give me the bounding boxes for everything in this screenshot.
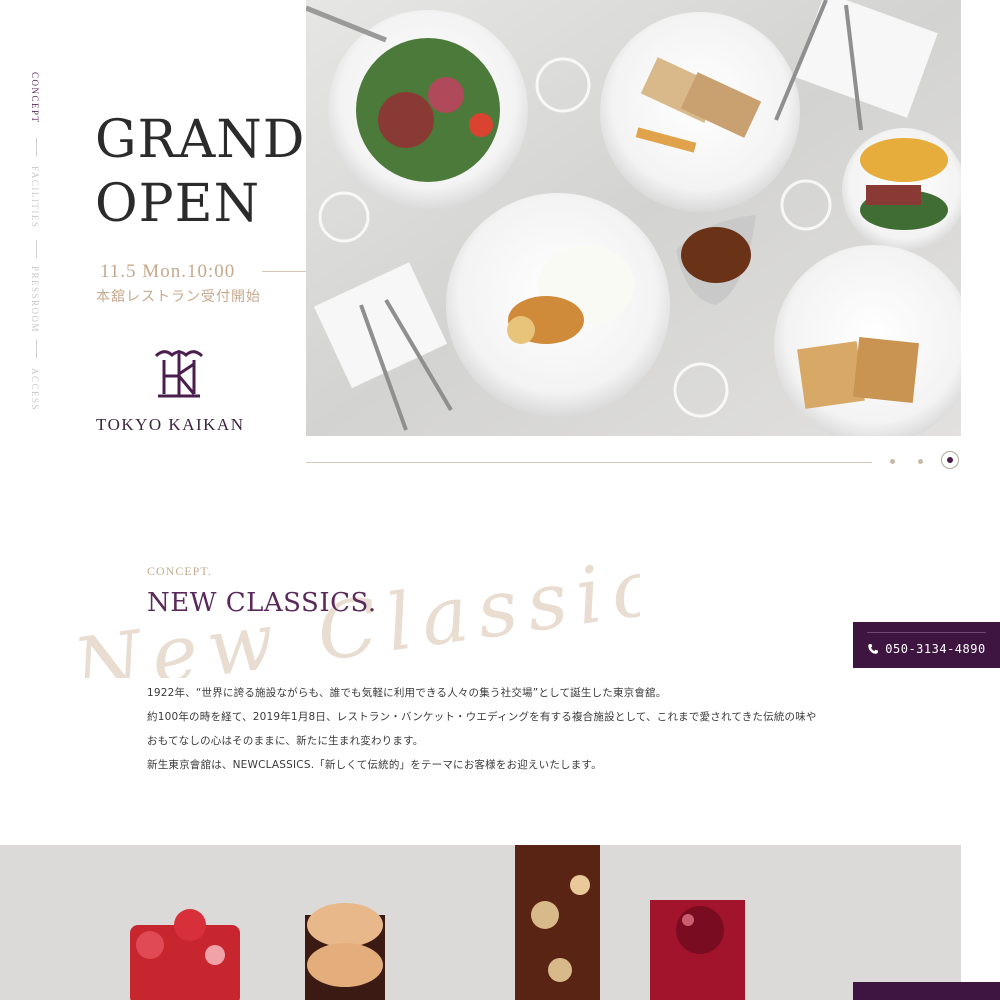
slider-progress-line [306, 462, 872, 463]
side-nav: CONCEPT FACILITIES PRESSROOM ACCESS [22, 72, 52, 422]
tokyo-kaikan-logo-icon[interactable] [150, 346, 208, 402]
nav-separator [36, 240, 37, 258]
dessert-illustration [0, 845, 961, 1000]
concept-body: 1922年、“世界に誇る施設ながらも、誰でも気軽に利用できる人々の集う社交場”と… [147, 681, 847, 777]
phone-button[interactable]: 050-3134-4890 [853, 622, 1000, 668]
hero-date: 11.5 Mon.10:00 [100, 261, 236, 282]
nav-separator [36, 340, 37, 358]
bottom-fixed-tab[interactable] [853, 982, 1000, 1000]
nav-separator [36, 138, 37, 156]
dessert-photo [0, 845, 961, 1000]
hero-title: GRAND OPEN [95, 108, 305, 236]
nav-item-access[interactable]: ACCESS [30, 368, 40, 411]
concept-title: NEW CLASSICS. [147, 588, 377, 618]
slider-dot-active-indicator [947, 457, 953, 463]
logo-text: TOKYO KAIKAN [96, 415, 245, 434]
concept-paragraph: 1922年、“世界に誇る施設ながらも、誰でも気軽に利用できる人々の集う社交場”と… [147, 687, 667, 699]
hero-subtitle: 本舘レストラン受付開始 [96, 289, 261, 305]
concept-paragraph: 約100年の時を経て、2019年1月8日、レストラン・バンケット・ウエディングを… [147, 711, 817, 723]
hero-title-line2: OPEN [95, 174, 261, 234]
concept-label: CONCEPT. [147, 564, 212, 578]
slider-dot-2[interactable] [918, 459, 923, 464]
phone-number: 050-3134-4890 [885, 642, 986, 656]
concept-paragraph: おもてなしの心はそのままに、新たに生まれ変わります。 [147, 735, 424, 747]
nav-item-facilities[interactable]: FACILITIES [30, 166, 40, 228]
nav-item-concept[interactable]: CONCEPT [30, 72, 40, 124]
hero-food-photo [306, 0, 961, 436]
phone-button-content: 050-3134-4890 [867, 632, 986, 656]
phone-icon [868, 644, 879, 654]
concept-paragraph: 新生東京會舘は、NEWCLASSICS.「新しくて伝統的」をテーマにお客様をお迎… [147, 759, 602, 771]
hero-title-line1: GRAND [95, 110, 306, 170]
slider-dot-1[interactable] [890, 459, 895, 464]
nav-item-pressroom[interactable]: PRESSROOM [30, 266, 40, 333]
food-table-illustration [306, 0, 961, 436]
slider-dot-3-active[interactable] [941, 451, 959, 469]
